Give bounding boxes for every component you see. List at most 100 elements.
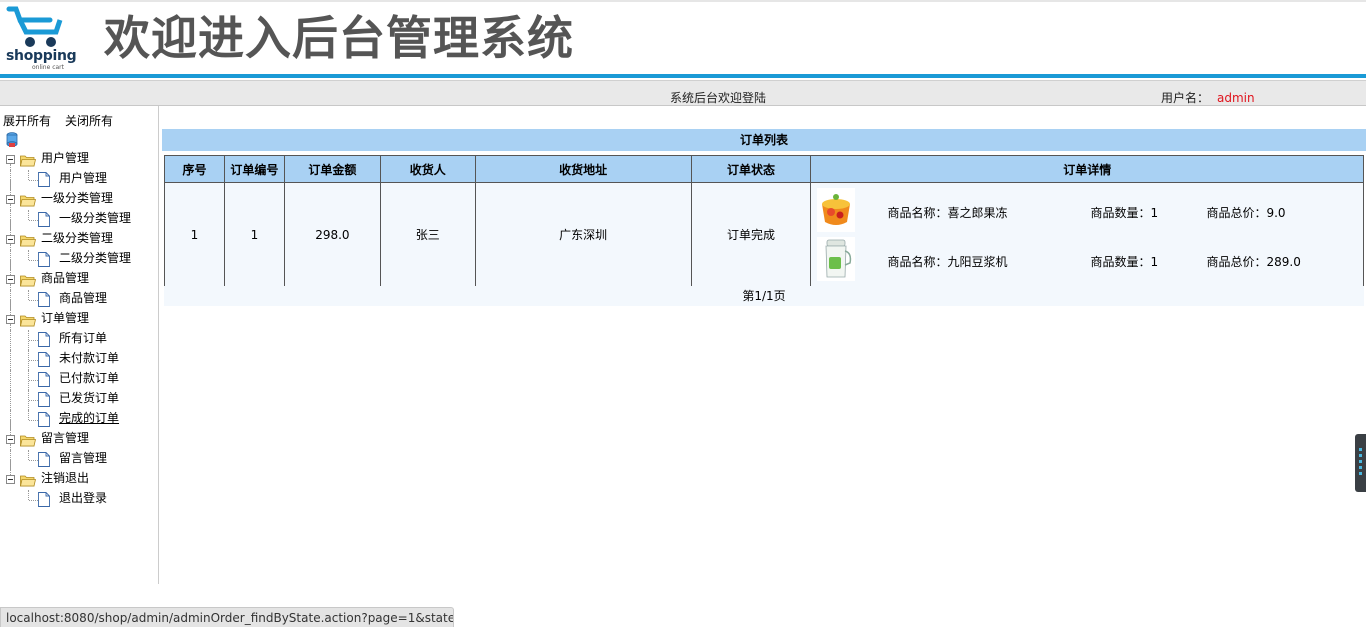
header-divider xyxy=(0,74,1366,78)
tree-leaf[interactable]: 商品管理 xyxy=(0,290,158,310)
soymilk-maker-icon xyxy=(817,237,856,281)
expand-all-link[interactable]: 展开所有 xyxy=(3,114,51,128)
tree-leaf-label[interactable]: 二级分类管理 xyxy=(59,248,131,268)
folder-open-icon xyxy=(19,273,37,287)
collapse-toggle-icon[interactable] xyxy=(6,155,15,164)
document-icon xyxy=(38,172,50,187)
item-total: 商品总价：289.0 xyxy=(1206,255,1301,269)
tree-group[interactable]: 订单管理 xyxy=(0,300,158,330)
collapse-all-link[interactable]: 关闭所有 xyxy=(65,114,113,128)
collapse-toggle-icon[interactable] xyxy=(6,315,15,324)
tree-leaf-label[interactable]: 已发货订单 xyxy=(59,388,119,408)
cart-logo-icon xyxy=(6,6,63,47)
document-icon xyxy=(38,412,50,427)
browser-status-url: localhost:8080/shop/admin/adminOrder_fin… xyxy=(0,607,454,627)
database-root-icon xyxy=(6,132,18,147)
tree-group-label[interactable]: 订单管理 xyxy=(41,308,89,328)
collapse-toggle-icon[interactable] xyxy=(6,195,15,204)
item-qty: 商品数量：1 xyxy=(1090,206,1159,220)
tree-leaf[interactable]: 未付款订单 xyxy=(0,350,158,370)
user-name: admin xyxy=(1217,91,1255,105)
collapse-toggle-icon[interactable] xyxy=(6,275,15,284)
logo-wordmark: shopping xyxy=(6,48,77,64)
tree-group-label[interactable]: 留言管理 xyxy=(41,428,89,448)
welcome-bar: 系统后台欢迎登陆 用户名： admin xyxy=(0,80,1366,106)
tree-leaf[interactable]: 退出登录 xyxy=(0,490,158,510)
order-item: 商品名称：九阳豆浆机 商品数量：1 商品总价：289.0 xyxy=(811,235,1361,281)
cell-amount: 298.0 xyxy=(283,182,381,287)
order-item: 商品名称：喜之郎果冻 商品数量：1 商品总价：9.0 xyxy=(811,186,1361,232)
tree-leaf[interactable]: 留言管理 xyxy=(0,450,158,470)
tree-leaf[interactable]: 一级分类管理 xyxy=(0,210,158,230)
folder-open-icon xyxy=(19,313,37,327)
document-icon xyxy=(38,492,50,507)
table-header-row: 序号 订单编号 订单金额 收货人 收货地址 订单状态 订单详情 xyxy=(164,155,1364,183)
item-qty: 商品数量：1 xyxy=(1090,255,1159,269)
folder-open-icon xyxy=(19,433,37,447)
col-status: 订单状态 xyxy=(690,155,812,183)
menu-tree: 用户管理 用户管理 一级分类管理 一级分类管理 二级分类管理 二级分类管理 商品管理 商品管理… xyxy=(0,150,158,510)
tree-leaf[interactable]: 用户管理 xyxy=(0,170,158,190)
tree-group-label[interactable]: 一级分类管理 xyxy=(41,188,113,208)
page-header: shopping online cart 欢迎进入后台管理系统 xyxy=(0,0,1366,76)
tree-leaf[interactable]: 已付款订单 xyxy=(0,370,158,390)
document-icon xyxy=(38,212,50,227)
tree-leaf-label[interactable]: 所有订单 xyxy=(59,328,107,348)
folder-open-icon xyxy=(19,153,37,167)
tree-group-label[interactable]: 用户管理 xyxy=(41,148,89,168)
tree-group-label[interactable]: 商品管理 xyxy=(41,268,89,288)
tree-leaf[interactable]: 所有订单 xyxy=(0,330,158,350)
document-icon xyxy=(38,452,50,467)
floating-scroll-widget[interactable] xyxy=(1355,434,1366,492)
tree-leaf-label[interactable]: 用户管理 xyxy=(59,168,107,188)
tree-leaf-label[interactable]: 留言管理 xyxy=(59,448,107,468)
site-title: 欢迎进入后台管理系统 xyxy=(104,11,574,65)
logo-tagline: online cart xyxy=(32,64,65,71)
document-icon xyxy=(38,292,50,307)
item-name: 商品名称：喜之郎果冻 xyxy=(887,206,1008,220)
col-address: 收货地址 xyxy=(474,155,692,183)
collapse-toggle-icon[interactable] xyxy=(6,475,15,484)
tree-leaf-label[interactable]: 已付款订单 xyxy=(59,368,119,388)
order-items: 商品名称：喜之郎果冻 商品数量：1 商品总价：9.0 商品名称：九阳豆浆机 商品… xyxy=(811,184,1363,285)
tree-group[interactable]: 二级分类管理 xyxy=(0,220,158,250)
tree-leaf-label[interactable]: 退出登录 xyxy=(59,488,107,508)
tree-group[interactable]: 用户管理 xyxy=(0,150,158,170)
document-icon xyxy=(38,392,50,407)
cell-receiver: 张三 xyxy=(379,182,476,287)
shopping-logo: shopping online cart xyxy=(6,6,80,72)
cell-order-no: 1 xyxy=(223,182,285,287)
table-row: 1 1 298.0 张三 广东深圳 订单完成 商品名称：喜之郎果冻 商品数量：1… xyxy=(164,182,1364,287)
pagination[interactable]: 第1/1页 xyxy=(164,286,1364,306)
tree-group[interactable]: 商品管理 xyxy=(0,260,158,290)
tree-group-label[interactable]: 注销退出 xyxy=(41,468,89,488)
tree-group[interactable]: 一级分类管理 xyxy=(0,180,158,210)
tree-leaf-label[interactable]: 商品管理 xyxy=(59,288,107,308)
folder-open-icon xyxy=(19,233,37,247)
document-icon xyxy=(38,372,50,387)
tree-leaf[interactable]: 已发货订单 xyxy=(0,390,158,410)
tree-leaf[interactable]: 二级分类管理 xyxy=(0,250,158,270)
tree-leaf-label[interactable]: 完成的订单 xyxy=(59,408,119,428)
order-list-title: 订单列表 xyxy=(162,129,1366,151)
current-user: 用户名： admin xyxy=(1161,89,1255,106)
cell-details: 商品名称：喜之郎果冻 商品数量：1 商品总价：9.0 商品名称：九阳豆浆机 商品… xyxy=(810,182,1364,287)
col-seq: 序号 xyxy=(164,155,225,183)
cell-seq: 1 xyxy=(164,182,225,287)
collapse-toggle-icon[interactable] xyxy=(6,235,15,244)
tree-group-label[interactable]: 二级分类管理 xyxy=(41,228,113,248)
tree-group[interactable]: 留言管理 xyxy=(0,420,158,450)
tree-group[interactable]: 注销退出 xyxy=(0,460,158,490)
cell-address: 广东深圳 xyxy=(474,182,692,287)
document-icon xyxy=(38,332,50,347)
jelly-cup-icon xyxy=(817,188,856,232)
orders-table: 序号 订单编号 订单金额 收货人 收货地址 订单状态 订单详情 1 1 298.… xyxy=(164,155,1364,287)
collapse-toggle-icon[interactable] xyxy=(6,435,15,444)
item-total: 商品总价：9.0 xyxy=(1206,206,1286,220)
tree-leaf[interactable]: 完成的订单 xyxy=(0,410,158,430)
folder-open-icon xyxy=(19,473,37,487)
tree-leaf-label[interactable]: 一级分类管理 xyxy=(59,208,131,228)
col-receiver: 收货人 xyxy=(379,155,476,183)
col-amount: 订单金额 xyxy=(283,155,381,183)
tree-leaf-label[interactable]: 未付款订单 xyxy=(59,348,119,368)
